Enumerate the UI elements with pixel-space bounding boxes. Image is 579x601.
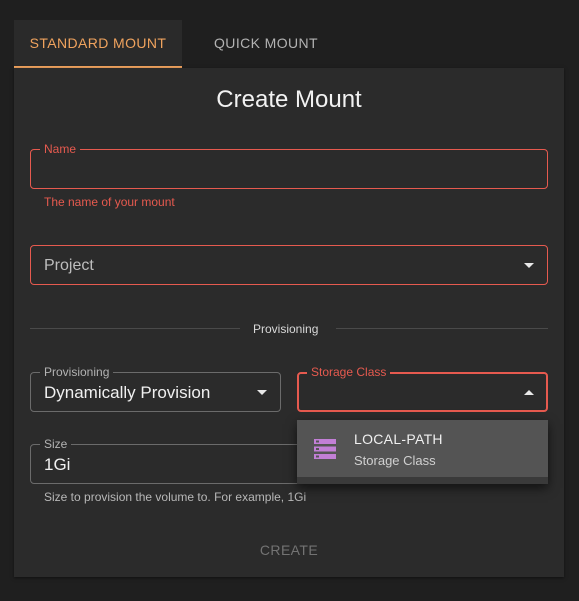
option-subtitle: Storage Class <box>354 453 436 468</box>
storage-class-label: Storage Class <box>307 365 391 379</box>
create-button[interactable]: CREATE <box>14 542 564 558</box>
storage-class-menu: LOCAL-PATH Storage Class <box>297 420 548 484</box>
name-label: Name <box>40 142 81 156</box>
option-title: LOCAL-PATH <box>354 431 443 447</box>
provisioning-value: Dynamically Provision <box>44 383 211 402</box>
page-title: Create Mount <box>216 86 362 113</box>
name-helper-text: The name of your mount <box>44 195 175 209</box>
provisioning-select[interactable]: Provisioning Dynamically Provision <box>30 365 281 412</box>
menu-option-local-path[interactable]: LOCAL-PATH Storage Class <box>297 420 548 477</box>
divider-right <box>336 328 548 329</box>
project-placeholder: Project <box>44 257 94 274</box>
size-helper-text: Size to provision the volume to. For exa… <box>44 490 307 504</box>
chevron-down-icon <box>524 263 534 268</box>
divider-left <box>30 328 240 329</box>
storage-icon <box>314 439 336 459</box>
project-select[interactable]: Project <box>30 245 548 285</box>
chevron-down-icon <box>257 390 267 395</box>
name-field[interactable]: Name <box>30 142 548 189</box>
chevron-up-icon <box>524 390 534 395</box>
mount-tabs: STANDARD MOUNT QUICK MOUNT <box>14 20 564 68</box>
provisioning-label: Provisioning <box>40 365 114 379</box>
provisioning-divider-label: Provisioning <box>253 322 319 336</box>
size-value: 1Gi <box>44 455 71 474</box>
size-label: Size <box>40 437 72 451</box>
create-mount-card: Create Mount Name The name of your mount… <box>14 68 564 577</box>
tab-quick-mount[interactable]: QUICK MOUNT <box>182 20 350 66</box>
tab-standard-mount[interactable]: STANDARD MOUNT <box>14 20 182 68</box>
storage-class-select[interactable]: Storage Class <box>297 365 548 412</box>
